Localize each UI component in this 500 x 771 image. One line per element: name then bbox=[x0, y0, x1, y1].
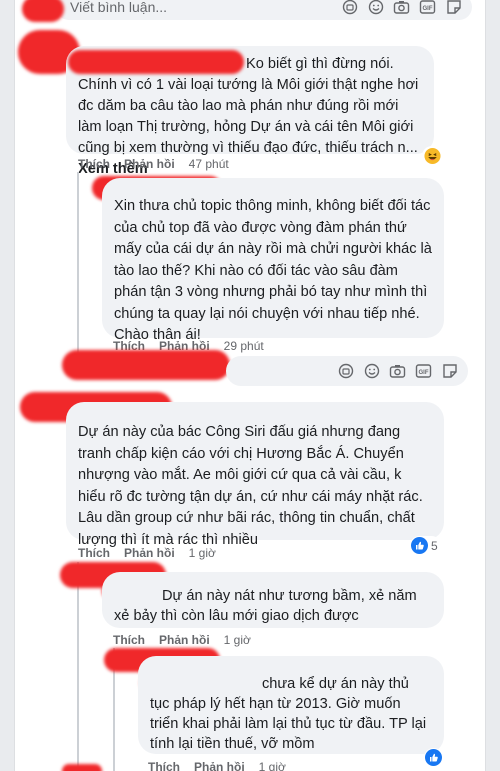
redacted-avatar bbox=[62, 764, 102, 771]
reply-link[interactable]: Phản hồi bbox=[124, 546, 175, 560]
comment-actions-5: Thích Phản hồi 1 giờ bbox=[148, 760, 286, 771]
gif-icon[interactable]: GIF bbox=[419, 0, 436, 16]
avatar-sticker-icon[interactable] bbox=[341, 0, 358, 16]
input-icons: GIF bbox=[337, 356, 458, 386]
comment-actions-4: Thích Phản hồi 1 giờ bbox=[113, 633, 251, 647]
comment-text: Dự án này nát như tương bầm, xẻ năm xẻ b… bbox=[114, 588, 417, 624]
comment-actions-3: Thích Phản hồi 1 giờ bbox=[78, 546, 216, 560]
comment-text: chưa kể dự án này thủ tục pháp lý hết hạ… bbox=[150, 676, 427, 752]
redacted-avatar bbox=[22, 0, 64, 22]
svg-text:GIF: GIF bbox=[419, 370, 429, 376]
comment-text: Dự án này của bác Công Siri đấu giá nhưn… bbox=[78, 424, 423, 548]
comment-text: Xin thưa chủ topic thông minh, không biế… bbox=[114, 198, 432, 343]
reply-link[interactable]: Phản hồi bbox=[194, 760, 245, 771]
thread-line bbox=[77, 172, 79, 362]
sticker-icon[interactable] bbox=[445, 0, 462, 16]
like-reaction-icon bbox=[411, 537, 428, 554]
thread-line bbox=[77, 562, 79, 771]
camera-icon[interactable] bbox=[389, 363, 406, 380]
haha-reaction-icon bbox=[423, 147, 441, 165]
comment-bubble-5: chưa kể dự án này thủ tục pháp lý hết hạ… bbox=[138, 656, 444, 754]
reaction-badge[interactable] bbox=[424, 748, 443, 767]
timestamp[interactable]: 1 giờ bbox=[259, 760, 286, 771]
emoji-icon[interactable] bbox=[363, 363, 380, 380]
reply-link[interactable]: Phản hồi bbox=[124, 157, 175, 171]
reaction-badge[interactable] bbox=[422, 146, 442, 166]
redacted-avatar bbox=[62, 350, 230, 380]
reply-link[interactable]: Phản hồi bbox=[159, 633, 210, 647]
comment-bubble-3: Dự án này của bác Công Siri đấu giá nhưn… bbox=[66, 402, 444, 548]
svg-text:GIF: GIF bbox=[423, 6, 433, 12]
like-reaction-icon bbox=[425, 749, 442, 766]
reply-input[interactable]: GIF bbox=[226, 356, 468, 386]
reaction-count: 5 bbox=[431, 538, 438, 553]
emoji-icon[interactable] bbox=[367, 0, 384, 16]
redacted-name bbox=[68, 50, 244, 74]
timestamp[interactable]: 1 giờ bbox=[224, 633, 251, 647]
camera-icon[interactable] bbox=[393, 0, 410, 16]
timestamp[interactable]: 47 phút bbox=[189, 157, 229, 171]
avatar-sticker-icon[interactable] bbox=[337, 363, 354, 380]
input-icons: GIF bbox=[341, 0, 462, 20]
timestamp[interactable]: 1 giờ bbox=[189, 546, 216, 560]
comment-actions-1: Thích Phản hồi 47 phút bbox=[78, 157, 229, 171]
like-link[interactable]: Thích bbox=[148, 760, 180, 771]
comment-input-top[interactable]: Viết bình luận... GIF bbox=[56, 0, 472, 20]
reaction-badge[interactable]: 5 bbox=[410, 536, 441, 555]
like-link[interactable]: Thích bbox=[78, 546, 110, 560]
like-link[interactable]: Thích bbox=[78, 157, 110, 171]
gif-icon[interactable]: GIF bbox=[415, 363, 432, 380]
comment-bubble-2: Xin thưa chủ topic thông minh, không biế… bbox=[102, 178, 444, 343]
comment-input-placeholder: Viết bình luận... bbox=[70, 0, 168, 15]
timestamp[interactable]: 29 phút bbox=[224, 339, 264, 353]
sticker-icon[interactable] bbox=[441, 363, 458, 380]
like-link[interactable]: Thích bbox=[113, 633, 145, 647]
comment-bubble-4: Dự án này nát như tương bầm, xẻ năm xẻ b… bbox=[102, 572, 444, 628]
